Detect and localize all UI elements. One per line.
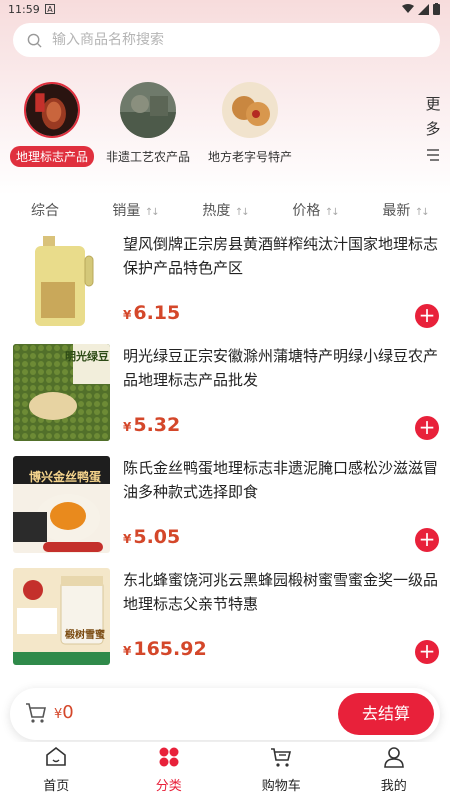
product-image-caption: 明光绿豆 — [65, 350, 109, 363]
sort-price[interactable]: 价格 ↑↓ — [270, 196, 360, 226]
more-label: 更多 — [425, 95, 441, 138]
add-to-cart-button[interactable]: + — [415, 640, 439, 664]
currency-symbol: ¥ — [123, 308, 132, 322]
product-list: 望风倒牌正宗房县黄酒鲜榨纯汰汁国家地理标志保护产品特色产区 ¥6.15 + 明光… — [0, 232, 450, 680]
product-title: 东北蜂蜜饶河兆云黑蜂园椴树蜜雪蜜金奖一级品地理标志父亲节特惠 — [123, 571, 439, 613]
checkout-button[interactable]: 去结算 — [338, 693, 434, 735]
tab-label: 我的 — [380, 779, 407, 794]
sort-arrows-icon: ↑↓ — [144, 207, 160, 218]
product-item[interactable]: 望风倒牌正宗房县黄酒鲜榨纯汰汁国家地理标志保护产品特色产区 ¥6.15 + — [0, 232, 450, 344]
product-title: 望风倒牌正宗房县黄酒鲜榨纯汰汁国家地理标志保护产品特色产区 — [123, 235, 439, 277]
sort-bar: 综合 销量 ↑↓ 热度 ↑↓ 价格 ↑↓ 最新 ↑↓ — [0, 196, 450, 226]
status-bar: 11:59 A — [0, 0, 450, 20]
product-image: 明光绿豆 — [13, 344, 110, 441]
sort-newest[interactable]: 最新 ↑↓ — [360, 196, 450, 226]
search-icon — [27, 33, 42, 48]
product-title: 陈氏金丝鸭蛋地理标志非遗泥腌口感松沙滋滋冒油多种款式选择即食 — [123, 459, 439, 501]
add-to-cart-button[interactable]: + — [415, 416, 439, 440]
sort-label: 热度 — [202, 203, 231, 219]
sort-sales[interactable]: 销量 ↑↓ — [90, 196, 180, 226]
cart-bar: ¥0 去结算 — [10, 688, 440, 740]
product-price: ¥6.15 — [123, 302, 180, 324]
product-image: 椴树雪蜜 — [13, 568, 110, 665]
category-icon — [159, 747, 179, 767]
product-price: ¥5.05 — [123, 526, 180, 548]
cart-total-value: 0 — [62, 702, 74, 723]
sort-label: 最新 — [382, 203, 411, 219]
tab-home[interactable]: 首页 — [0, 742, 113, 800]
add-to-cart-button[interactable]: + — [415, 528, 439, 552]
product-item[interactable]: 椴树雪蜜 东北蜂蜜饶河兆云黑蜂园椴树蜜雪蜜金奖一级品地理标志父亲节特惠 ¥165… — [0, 568, 450, 680]
product-price: ¥165.92 — [123, 638, 207, 660]
category-label: 地理标志产品 — [9, 146, 94, 167]
category-heritage-craft[interactable]: 非遗工艺农产品 — [98, 82, 198, 167]
product-image-caption: 博兴金丝鸭蛋 — [29, 470, 102, 484]
sort-default[interactable]: 综合 — [0, 196, 90, 226]
sort-arrows-icon: ↑↓ — [234, 207, 250, 218]
search-input[interactable] — [52, 32, 412, 48]
sort-label: 价格 — [292, 203, 321, 219]
signal-icon — [418, 3, 429, 15]
sort-popularity[interactable]: 热度 ↑↓ — [180, 196, 270, 226]
category-old-brand[interactable]: 地方老字号特产 — [200, 82, 300, 167]
category-heritage-craft-image — [120, 82, 176, 138]
tab-label: 首页 — [43, 779, 70, 794]
sort-label: 综合 — [31, 203, 59, 219]
notification-a-icon: A — [45, 4, 55, 14]
price-value: 6.15 — [133, 302, 181, 324]
category-geo-product[interactable]: 地理标志产品 — [2, 82, 102, 167]
tab-category[interactable]: 分类 — [113, 742, 226, 800]
battery-icon — [433, 3, 440, 15]
add-to-cart-button[interactable]: + — [415, 304, 439, 328]
cart-icon[interactable] — [24, 701, 48, 725]
category-label: 非遗工艺农产品 — [105, 150, 190, 164]
currency-symbol: ¥ — [123, 644, 132, 658]
product-price: ¥5.32 — [123, 414, 180, 436]
more-categories-button[interactable]: 更多 — [424, 92, 442, 170]
currency-symbol: ¥ — [123, 532, 132, 546]
category-row: 地理标志产品 非遗工艺农产品 地方老字号特产 — [0, 82, 450, 172]
product-item[interactable]: 博兴金丝鸭蛋 陈氏金丝鸭蛋地理标志非遗泥腌口感松沙滋滋冒油多种款式选择即食 ¥5… — [0, 456, 450, 568]
category-geo-product-image — [24, 82, 80, 138]
user-icon — [383, 747, 404, 768]
sort-label: 销量 — [112, 203, 141, 219]
tab-label: 购物车 — [261, 779, 301, 794]
tab-label: 分类 — [155, 779, 182, 794]
product-image-caption: 椴树雪蜜 — [65, 630, 105, 641]
wifi-icon — [402, 4, 414, 13]
sort-arrows-icon: ↑↓ — [324, 207, 340, 218]
filter-lines-icon — [427, 149, 439, 161]
product-image: 博兴金丝鸭蛋 — [13, 456, 110, 553]
product-item[interactable]: 明光绿豆 明光绿豆正宗安徽滁州蒲塘特产明绿小绿豆农产品地理标志产品批发 ¥5.3… — [0, 344, 450, 456]
category-old-brand-image — [222, 82, 278, 138]
status-icons — [402, 3, 440, 15]
status-time: 11:59 — [8, 3, 40, 16]
home-icon — [46, 746, 67, 766]
tab-cart[interactable]: 购物车 — [225, 742, 338, 800]
price-value: 5.05 — [133, 526, 181, 548]
tab-profile[interactable]: 我的 — [338, 742, 450, 800]
search-bar[interactable] — [13, 23, 440, 57]
product-image — [13, 232, 110, 329]
category-label: 地方老字号特产 — [207, 150, 292, 164]
bottom-tab-bar: 首页 分类 购物车 我的 — [0, 742, 450, 800]
sort-arrows-icon: ↑↓ — [414, 207, 430, 218]
currency-symbol: ¥ — [123, 420, 132, 434]
cart-icon — [271, 748, 292, 767]
cart-total: ¥0 — [54, 702, 74, 723]
price-value: 165.92 — [133, 638, 207, 660]
product-title: 明光绿豆正宗安徽滁州蒲塘特产明绿小绿豆农产品地理标志产品批发 — [123, 347, 439, 389]
price-value: 5.32 — [133, 414, 181, 436]
